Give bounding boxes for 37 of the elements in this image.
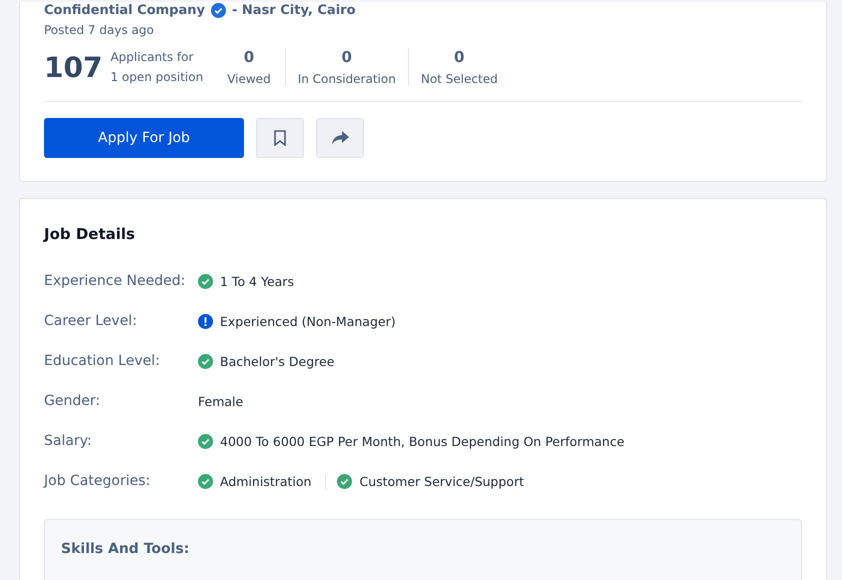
applicants-label: Applicants for 1 open position <box>110 49 204 86</box>
detail-value: 4000 To 6000 EGP Per Month, Bonus Depending On Performance <box>220 434 624 448</box>
check-circle-icon <box>198 354 213 368</box>
detail-value: Experienced (Non-Manager) <box>220 314 396 328</box>
detail-value: Female <box>198 394 244 408</box>
job-location: - Nasr City, Cairo <box>232 2 356 18</box>
apply-for-job-button[interactable]: Apply For Job <box>44 118 244 158</box>
company-name[interactable]: Confidential Company <box>44 2 205 18</box>
exclamation-circle-icon <box>198 314 213 328</box>
check-circle-icon <box>198 474 213 488</box>
detail-label: Gender: <box>44 393 102 409</box>
stat-label: Not Selected <box>420 72 498 86</box>
detail-label: Career Level: <box>44 313 138 329</box>
stat-label: Viewed <box>227 72 271 86</box>
check-circle-icon <box>198 434 213 448</box>
applicants-count: 107 <box>44 50 102 84</box>
detail-label: Salary: <box>44 433 93 449</box>
check-circle-icon <box>337 474 352 488</box>
bookmark-button[interactable] <box>256 118 304 158</box>
detail-value: 1 To 4 Years <box>220 274 294 288</box>
detail-value: Administration <box>220 474 312 488</box>
stat-count: 0 <box>244 48 254 66</box>
check-circle-icon <box>198 274 213 288</box>
section-title: Job Details <box>44 225 136 243</box>
detail-value: Customer Service/Support <box>359 474 524 488</box>
skills-title: Skills And Tools: <box>61 541 190 557</box>
detail-value: Bachelor's Degree <box>220 354 334 368</box>
bookmark-icon <box>273 130 287 146</box>
detail-label: Job Categories: <box>44 473 152 489</box>
detail-label: Education Level: <box>44 353 161 369</box>
stat-label: In Consideration <box>298 72 396 86</box>
stat-count: 0 <box>342 48 352 66</box>
share-button[interactable] <box>316 118 364 158</box>
detail-label: Experience Needed: <box>44 273 186 289</box>
posted-date: Posted 7 days ago <box>44 23 155 37</box>
share-arrow-icon <box>331 131 349 145</box>
stat-count: 0 <box>454 48 464 66</box>
